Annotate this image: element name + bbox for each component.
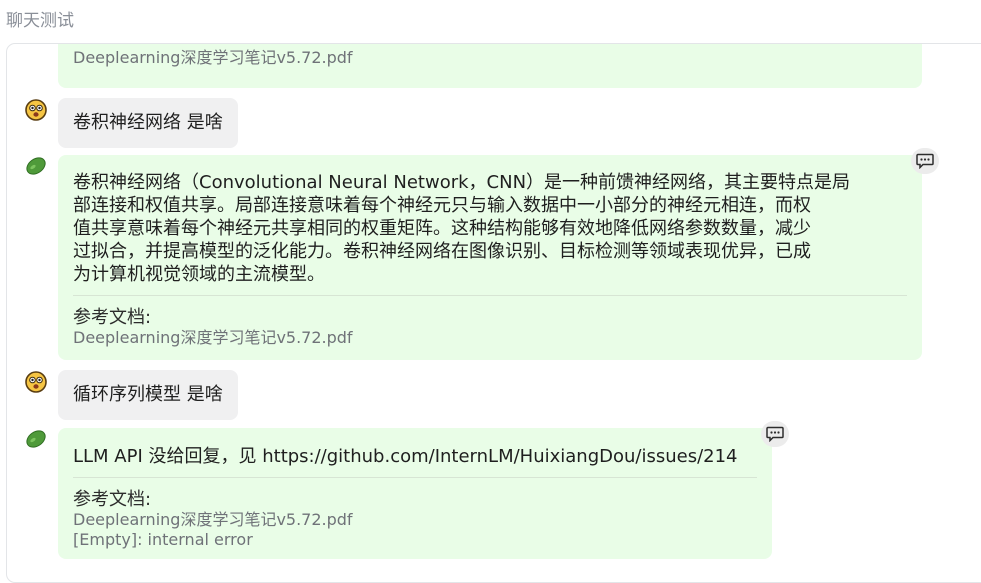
ref-title: 参考文档:: [73, 307, 152, 328]
bot-bubble: LLM API 没给回复，见 https://github.com/Intern…: [58, 428, 772, 559]
bot-avatar: [24, 154, 46, 176]
answer-line: 为计算机视觉领域的主流模型。: [73, 264, 325, 285]
bot-bubble-partial: Deeplearning深度学习笔记v5.72.pdf: [58, 44, 922, 88]
user-bubble: 卷积神经网络 是啥: [58, 98, 238, 148]
bot-bubble: 卷积神经网络（Convolutional Neural Network，CNN）…: [58, 155, 922, 360]
emoji-face-icon: [25, 99, 47, 121]
page-title: 聊天测试: [6, 11, 74, 31]
divider: [73, 295, 907, 296]
answer-line: 过拟合，并提高模型的泛化能力。卷积神经网络在图像识别、目标检测等领域表现优异，已…: [73, 241, 811, 262]
emoji-face-icon: [25, 371, 47, 393]
bot-avatar: [24, 427, 46, 449]
ref-doc[interactable]: Deeplearning深度学习笔记v5.72.pdf: [73, 510, 757, 530]
ref-doc[interactable]: Deeplearning深度学习笔记v5.72.pdf: [73, 48, 353, 68]
copy-button[interactable]: [911, 148, 939, 174]
bean-icon: [26, 430, 46, 448]
answer-line: 值共享意味着每个神经元共享相同的权重矩阵。这种结构能够有效地降低网络参数数量，减…: [73, 218, 811, 239]
chat-bubble-icon: [916, 153, 934, 169]
ref-error: [Empty]: internal error: [73, 530, 253, 549]
chat-panel[interactable]: Deeplearning深度学习笔记v5.72.pdf 卷积神经网络 是啥 卷积…: [6, 43, 981, 583]
user-avatar: [25, 371, 47, 393]
divider: [73, 477, 757, 478]
chat-bubble-icon: [766, 426, 784, 442]
bean-icon: [26, 157, 46, 175]
bot-answer-text: LLM API 没给回复，见 https://github.com/Intern…: [73, 446, 738, 467]
answer-line: 卷积神经网络（Convolutional Neural Network，CNN）…: [73, 172, 851, 193]
answer-line: 部连接和权值共享。局部连接意味着每个神经元只与输入数据中一小部分的神经元相连，而…: [73, 195, 811, 216]
user-avatar: [25, 99, 47, 121]
bot-answer-text: 卷积神经网络（Convolutional Neural Network，CNN）…: [73, 171, 907, 286]
ref-title: 参考文档:: [73, 489, 152, 510]
ref-doc[interactable]: Deeplearning深度学习笔记v5.72.pdf: [73, 328, 907, 348]
user-bubble: 循环序列模型 是啥: [58, 370, 238, 420]
copy-button[interactable]: [761, 421, 789, 447]
